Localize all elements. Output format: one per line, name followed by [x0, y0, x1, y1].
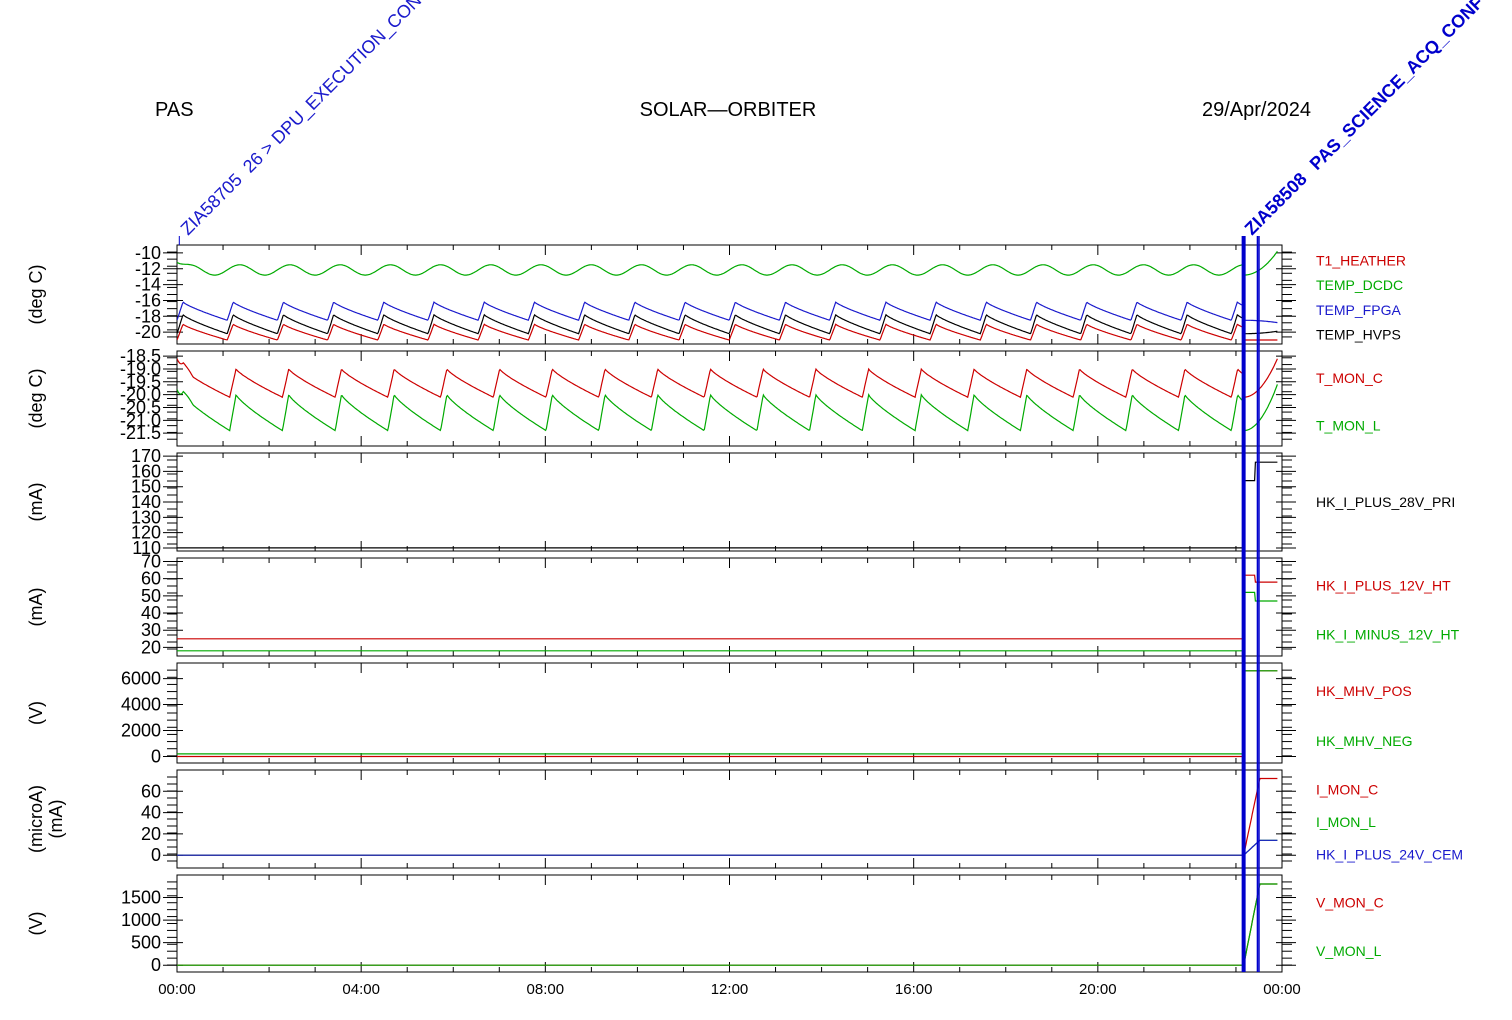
x-tick-label: 08:00	[527, 981, 565, 998]
series-line	[177, 250, 1278, 276]
annotation-left-command: 26 > DPU_EXECUTION_CONT	[239, 0, 434, 177]
series-line	[177, 358, 1278, 399]
series-line	[177, 313, 1278, 335]
y-tick-label: 500	[131, 933, 161, 953]
series-line	[177, 839, 1278, 856]
panel-frame	[176, 452, 1283, 552]
annotation-left: ZIA58705 26 > DPU_EXECUTION_CONT	[177, 0, 434, 239]
panel-7: 15001000 5000 (V) V_MON_C V_MON_L	[26, 874, 1384, 975]
series-label: HK_I_PLUS_24V_CEM	[1316, 847, 1463, 863]
x-tick-label: 04:00	[342, 981, 380, 998]
series-label: TEMP_HVPS	[1316, 327, 1401, 343]
series-line	[177, 574, 1278, 640]
y-axis-label-secondary: (mA)	[46, 800, 66, 839]
panel-frame	[176, 350, 1283, 447]
x-tick-label: 12:00	[711, 981, 749, 998]
x-tick-label: 00:00	[1263, 981, 1301, 998]
series-label: HK_MHV_POS	[1316, 683, 1412, 699]
y-tick-label: 20	[141, 824, 161, 844]
y-axis-label: (mA)	[26, 483, 46, 522]
header-instrument: PAS	[155, 99, 194, 121]
series-label: I_MON_C	[1316, 781, 1378, 797]
series-label: I_MON_L	[1316, 814, 1376, 830]
event-markers	[178, 236, 1260, 972]
chart-canvas: PAS SOLAR—ORBITER 29/Apr/2024 ZIA58705 2…	[26, 0, 1488, 998]
series-label: HK_I_PLUS_12V_HT	[1316, 578, 1451, 594]
series-label: T1_HEATHER	[1316, 252, 1406, 268]
panels: -10-12-14-16-18-20(deg C)T1_HEATHERTEMP_…	[26, 243, 1463, 975]
y-tick-label: 20	[141, 637, 161, 657]
panel-2: -18.5-19.0-19.5-20.0-20.5-21.0-21.5(deg …	[26, 346, 1383, 447]
y-tick-label: 0	[151, 747, 161, 767]
panel-frame	[176, 874, 1283, 973]
y-tick-label: 2000	[121, 721, 161, 741]
series-line	[177, 883, 1278, 966]
panel-6: 6040200 (microA) (mA) I_MON_C I_MON_L HK_I_PL…	[26, 769, 1463, 869]
y-axis-label: (V)	[26, 701, 46, 725]
y-axis-label: (deg C)	[26, 368, 46, 428]
y-tick-label: 6000	[121, 669, 161, 689]
y-tick-label: 40	[141, 803, 161, 823]
series-line	[177, 670, 1278, 755]
series-label: T_MON_C	[1316, 370, 1383, 386]
series-label: V_MON_C	[1316, 894, 1384, 910]
series-line	[177, 461, 1278, 549]
series-label: HK_MHV_NEG	[1316, 733, 1412, 749]
annotation-right-command: PAS_SCIENCE_ACQ_CONF	[1306, 0, 1488, 174]
series-label: T_MON_L	[1316, 417, 1381, 433]
header-mission: SOLAR—ORBITER	[640, 99, 817, 121]
x-tick-label: 00:00	[158, 981, 196, 998]
x-tick-label: 16:00	[895, 981, 933, 998]
y-axis-label: (deg C)	[26, 264, 46, 324]
panel-3: 170160150140130120110(mA) HK_I_PLUS_28V_P…	[26, 446, 1455, 558]
series-line	[177, 384, 1278, 432]
series-line	[177, 839, 1278, 856]
time-axis: 00:00 04:00 08:00 12:00 16:00 20:00 00:00	[158, 981, 1301, 998]
y-tick-label: 4000	[121, 695, 161, 715]
annotation-left-id: ZIA58705	[177, 169, 246, 238]
y-tick-label: 0	[151, 955, 161, 975]
y-tick-label: 0	[151, 845, 161, 865]
x-tick-label: 20:00	[1079, 981, 1117, 998]
y-axis-label: (microA)	[26, 785, 46, 853]
y-axis-label: (V)	[26, 912, 46, 936]
y-tick-label: 1000	[121, 910, 161, 930]
series-label: TEMP_DCDC	[1316, 277, 1403, 293]
series-line	[177, 591, 1278, 652]
panel-1: -10-12-14-16-18-20(deg C)T1_HEATHERTEMP_…	[26, 243, 1406, 345]
panel-frame	[176, 769, 1283, 869]
panel-5: 6000 4000 2000 0 (V) HK_MHV_POS HK_MHV_NEG	[26, 662, 1412, 767]
series-label: TEMP_FPGA	[1316, 302, 1401, 318]
y-tick-label: -20	[135, 322, 161, 342]
series-label: HK_I_MINUS_12V_HT	[1316, 627, 1460, 643]
header-date: 29/Apr/2024	[1202, 99, 1311, 121]
series-line	[177, 670, 1278, 758]
annotation-right-id: ZIA58508	[1241, 169, 1311, 239]
y-tick-label: -21.5	[120, 423, 161, 443]
series-line	[177, 883, 1278, 966]
panel-frame	[176, 557, 1283, 657]
y-axis-label: (mA)	[26, 588, 46, 627]
panel-frame	[176, 662, 1283, 764]
series-line	[177, 777, 1278, 856]
y-tick-label: 60	[141, 781, 161, 801]
series-label: HK_I_PLUS_28V_PRI	[1316, 494, 1455, 510]
y-tick-label: 1500	[121, 888, 161, 908]
series-label: V_MON_L	[1316, 943, 1382, 959]
